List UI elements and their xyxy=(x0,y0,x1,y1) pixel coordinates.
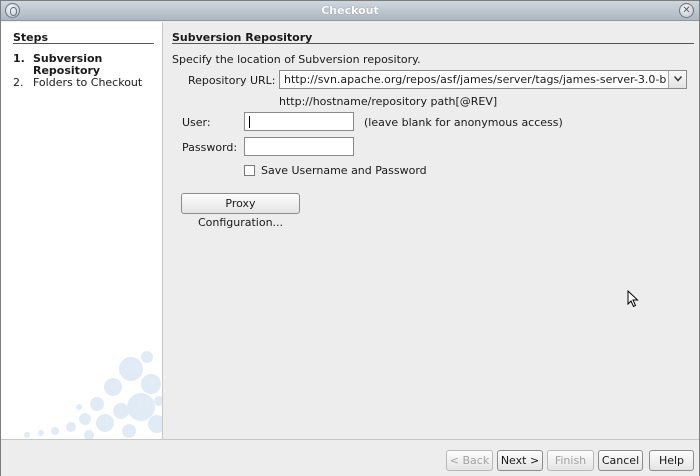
step-number: 2. xyxy=(13,76,24,89)
steps-panel: Steps 1. Subversion Repository 2. Folder… xyxy=(1,22,163,439)
step-number: 1. xyxy=(13,52,25,65)
password-label: Password: xyxy=(182,141,238,154)
text-caret xyxy=(249,116,250,128)
button-bar: < Back Next > Finish Cancel Help xyxy=(1,439,699,476)
panel-divider xyxy=(172,43,694,44)
repository-panel: Subversion Repository Specify the locati… xyxy=(164,22,699,439)
title-bar[interactable]: Checkout ✕ xyxy=(1,1,699,21)
checkout-dialog: Checkout ✕ Steps 1. Subversion Repositor… xyxy=(0,0,700,476)
user-field[interactable] xyxy=(244,112,354,131)
step-label: Folders to Checkout xyxy=(33,76,143,89)
mouse-pointer-icon xyxy=(627,290,639,308)
user-label: User: xyxy=(182,116,211,129)
cancel-button[interactable]: Cancel xyxy=(598,450,643,471)
url-format-hint: http://hostname/repository path[@REV] xyxy=(279,95,498,108)
back-button[interactable]: < Back xyxy=(446,450,493,471)
help-button[interactable]: Help xyxy=(649,450,694,471)
decorative-bubbles-image xyxy=(24,351,162,439)
save-credentials-checkbox[interactable] xyxy=(244,165,255,176)
repository-url-label: Repository URL: xyxy=(188,74,276,87)
dropdown-button[interactable] xyxy=(668,71,686,88)
step-label: Subversion Repository xyxy=(33,52,103,77)
save-credentials-row[interactable]: Save Username and Password xyxy=(244,164,464,178)
window-title: Checkout xyxy=(321,4,379,17)
chevron-down-icon xyxy=(674,76,682,82)
save-credentials-label[interactable]: Save Username and Password xyxy=(261,164,427,177)
next-button[interactable]: Next > xyxy=(497,450,543,471)
proxy-configuration-button[interactable]: Proxy Configuration... xyxy=(181,193,300,229)
panel-description: Specify the location of Subversion repos… xyxy=(172,53,421,66)
close-icon[interactable]: ✕ xyxy=(679,3,694,18)
password-field[interactable] xyxy=(244,137,354,156)
repository-url-value[interactable]: http://svn.apache.org/repos/asf/james/se… xyxy=(284,73,666,86)
anonymous-access-hint: (leave blank for anonymous access) xyxy=(364,116,563,129)
steps-divider xyxy=(13,43,154,44)
finish-button[interactable]: Finish xyxy=(547,450,594,471)
repository-url-combobox[interactable]: http://svn.apache.org/repos/asf/james/se… xyxy=(279,70,687,89)
